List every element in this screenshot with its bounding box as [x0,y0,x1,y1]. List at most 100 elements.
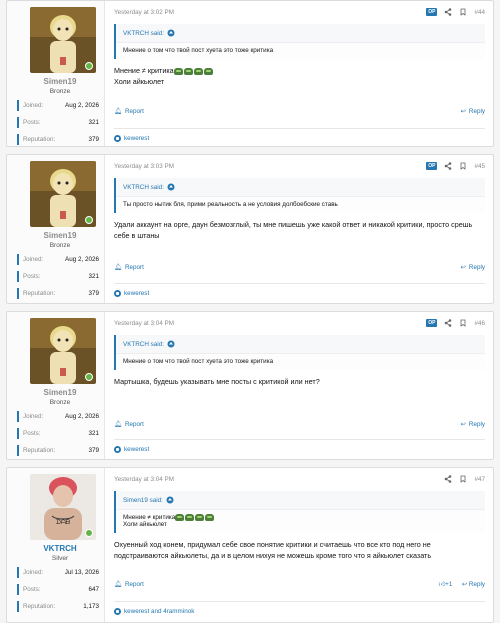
post-number[interactable]: #45 [474,163,485,170]
quote-text: Ты просто нытик бля, прими реальность а … [116,196,485,213]
avatar[interactable] [30,7,96,73]
stat-posts: Posts: 321 [17,271,99,282]
stat-joined: Joined: Aug 2, 2026 [17,254,99,265]
username[interactable]: Simen19 [17,77,99,86]
quote-block: VKTRCH said: Мнение о том что твой пост … [114,24,485,59]
username[interactable]: VKTRCH [17,544,99,553]
user-title: Silver [51,555,69,562]
post-message: Мнение ≠ критика Холи айкьюлет [114,65,485,87]
thread: Simen19 Bronze Joined: Aug 2, 2026 Posts:… [0,0,500,623]
share-icon[interactable] [444,319,452,327]
quote-block: VKTRCH said: Мнение о том что твой пост … [114,335,485,370]
post: Simen19 Bronze Joined: Aug 2, 2026 Posts:… [6,0,494,147]
thumbs-up-plus-one[interactable]: 👍︎+1 [439,580,453,588]
report-button[interactable]: 🔔︎ Report [114,107,144,116]
op-badge: OP [426,162,438,170]
avatar[interactable]: ᗪᗩᗷ [30,474,96,540]
quote-block: VKTRCH said: Ты просто нытик бля, прими … [114,178,485,213]
user-panel: ᗪᗩᗷ VKTRCH Silver Joined: Jul 13, 2026 Po… [7,468,105,622]
like-icon [114,135,121,142]
user-panel: Simen19 Bronze Joined: Aug 2, 2026 Posts:… [7,1,105,146]
user-title: Bronze [49,88,71,95]
bookmark-icon[interactable] [459,8,467,16]
quote-text: Мнение о том что твой пост хуета это тож… [116,42,485,59]
quote-author[interactable]: VKTRCH said: [123,184,164,191]
stat-joined: Joined: Jul 13, 2026 [17,567,99,578]
online-indicator [85,529,93,537]
like-icon [114,608,121,615]
post: ᗪᗩᗷ VKTRCH Silver Joined: Jul 13, 2026 Po… [6,467,494,623]
share-icon[interactable] [444,475,452,483]
avatar[interactable] [30,318,96,384]
pepe-emoji-row [175,514,215,521]
online-indicator [85,216,93,224]
share-icon[interactable] [444,162,452,170]
username[interactable]: Simen19 [17,388,99,397]
report-button[interactable]: 🔔︎ Report [114,420,144,429]
quote-author[interactable]: VKTRCH said: [123,30,164,37]
post-message: Охуенный ход конем, придумал себе свое п… [114,540,432,561]
report-button[interactable]: 🔔︎ Report [114,263,144,272]
reply-button[interactable]: ↩ Reply [462,581,485,588]
quote-author[interactable]: VKTRCH said: [123,341,164,348]
post-footer: 🔔︎ Report ↩ Reply [114,263,485,272]
post-body: Yesterday at 3:02 PM OP #44 VKTRCH said:… [105,1,493,146]
svg-text:ᗪᗩᗷ: ᗪᗩᗷ [56,519,71,526]
arrow-up-icon[interactable] [167,183,175,191]
reactions-bar[interactable]: kewerest [114,283,485,297]
user-panel: Simen19 Bronze Joined: Aug 2, 2026 Posts:… [7,312,105,459]
reply-button[interactable]: ↩ Reply [461,107,485,115]
post-date[interactable]: Yesterday at 3:04 PM [114,320,174,327]
username[interactable]: Simen19 [17,231,99,240]
post-message: Удали аккаунт на орге, даун безмозглый, … [114,220,473,241]
bell-icon: 🔔︎ [114,581,122,588]
stat-reputation: Reputation: 379 [17,134,99,145]
post-date[interactable]: Yesterday at 3:04 PM [114,476,174,483]
arrow-up-icon[interactable] [166,496,174,504]
reply-button[interactable]: ↩ Reply [461,420,485,428]
post-date[interactable]: Yesterday at 3:02 PM [114,9,174,16]
stat-posts: Posts: 321 [17,117,99,128]
post-body: Yesterday at 3:04 PM OP #46 VKTRCH said:… [105,312,493,459]
post-body: Yesterday at 3:04 PM #47 Simen19 said: М… [105,468,493,622]
quote-block: Simen19 said: Мнение ≠ критика Холи айкь… [114,491,485,534]
avatar[interactable] [30,161,96,227]
reply-icon: ↩ [460,107,466,115]
quote-author[interactable]: Simen19 said: [123,497,163,504]
stat-reputation: Reputation: 379 [17,445,99,456]
reply-icon: ↩ [460,263,466,271]
report-button[interactable]: 🔔︎ Report [114,580,144,589]
post-number[interactable]: #47 [474,476,485,483]
reactions-bar[interactable]: kewerest [114,439,485,453]
op-badge: OP [426,8,438,16]
user-title: Bronze [49,242,71,249]
post-body: Yesterday at 3:03 PM OP #45 VKTRCH said:… [105,155,493,303]
post-number[interactable]: #44 [474,9,485,16]
reply-button[interactable]: ↩ Reply [461,263,485,271]
user-panel: Simen19 Bronze Joined: Aug 2, 2026 Posts:… [7,155,105,303]
arrow-up-icon[interactable] [167,340,175,348]
bookmark-icon[interactable] [459,475,467,483]
pepe-emoji-row [173,67,213,75]
like-icon [114,446,121,453]
bell-icon: 🔔︎ [114,421,122,428]
post: Simen19 Bronze Joined: Aug 2, 2026 Posts:… [6,154,494,304]
reactions-bar[interactable]: kewerest and 4ramminok [114,601,485,615]
post-footer: 🔔︎ Report ↩ Reply [114,107,485,116]
online-indicator [85,62,93,70]
reactions-bar[interactable]: kewerest [114,128,485,142]
post-date[interactable]: Yesterday at 3:03 PM [114,163,174,170]
share-icon[interactable] [444,8,452,16]
post-number[interactable]: #46 [474,320,485,327]
stat-reputation: Reputation: 1,173 [17,601,99,612]
reply-icon: ↩ [460,420,466,428]
post-footer: 🔔︎ Report 👍︎+1 ↩ Reply [114,580,485,589]
bell-icon: 🔔︎ [114,108,122,115]
stat-reputation: Reputation: 379 [17,288,99,299]
stat-joined: Joined: Aug 2, 2026 [17,411,99,422]
post-message: Мартышка, будешь указывать мне посты с к… [114,377,320,386]
bookmark-icon[interactable] [459,162,467,170]
arrow-up-icon[interactable] [167,29,175,37]
bookmark-icon[interactable] [459,319,467,327]
online-indicator [85,373,93,381]
